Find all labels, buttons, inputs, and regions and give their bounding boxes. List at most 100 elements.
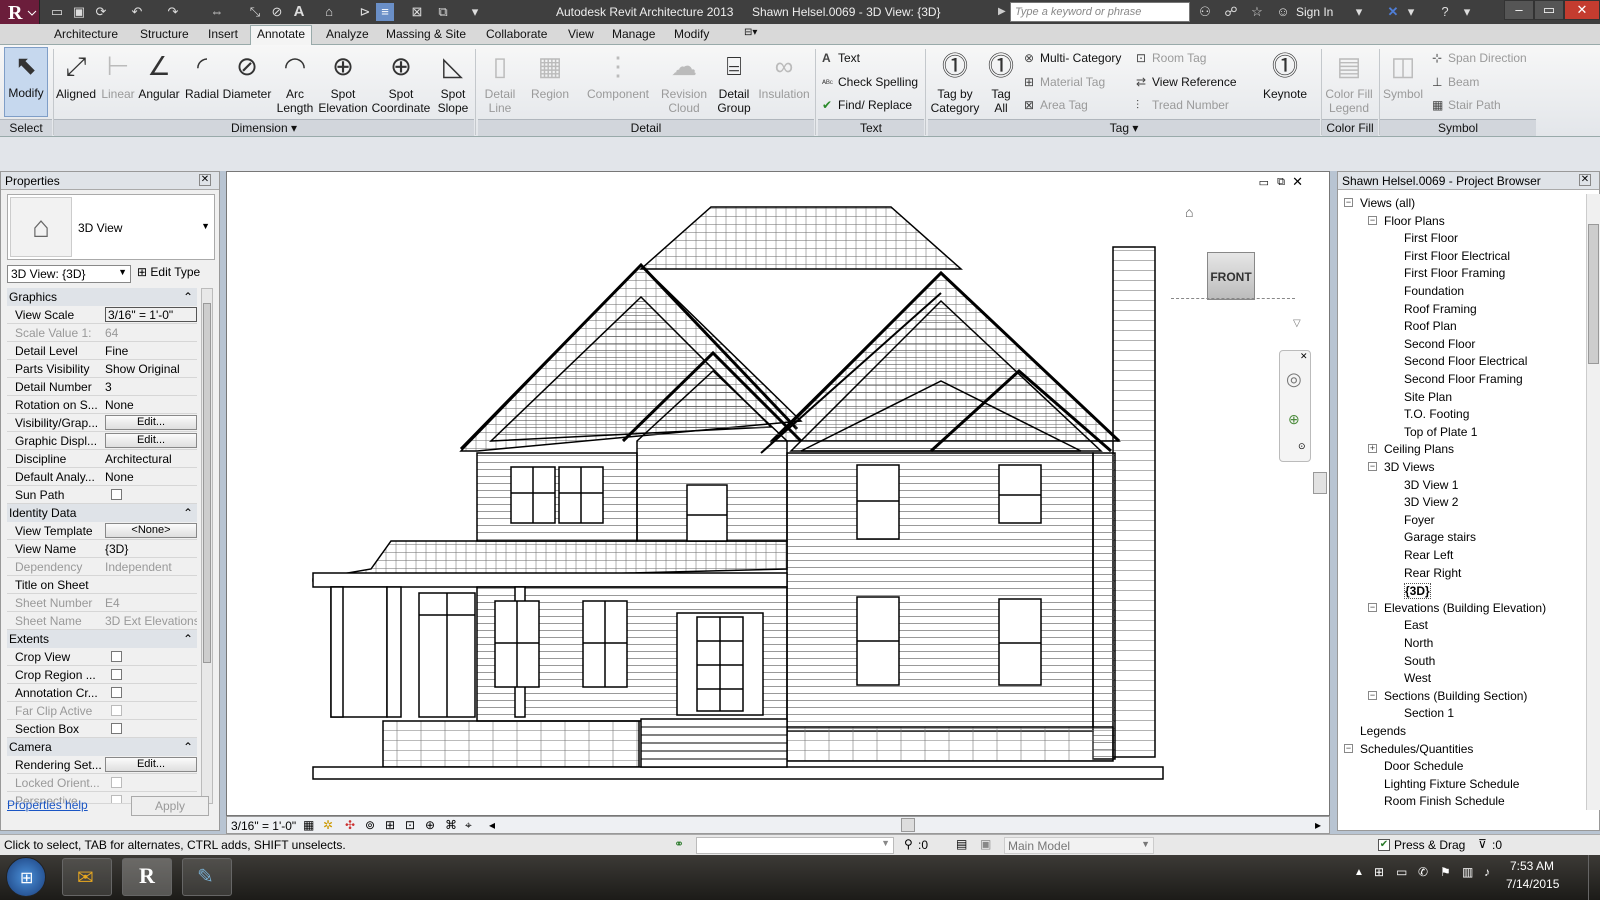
modify-button[interactable]: ⬉ Modify — [4, 47, 48, 117]
aligned-dimension-icon[interactable]: ⤡ — [246, 3, 264, 21]
sync-icon[interactable]: ⟳ — [92, 3, 110, 21]
scroll-right-icon[interactable]: ▸ — [1315, 818, 1321, 832]
application-menu-button[interactable]: R — [0, 0, 40, 24]
type-dropdown-icon[interactable]: ▼ — [201, 221, 210, 231]
exchange-dropdown-icon[interactable]: ▾ — [1402, 3, 1420, 21]
search-expand-icon[interactable]: ▶ — [998, 6, 1006, 17]
stair-path-button[interactable]: ▦ Stair Path — [1432, 98, 1501, 112]
tray-flag-icon[interactable]: ⚑ — [1440, 865, 1451, 879]
properties-scrollbar[interactable] — [201, 288, 213, 804]
view-minimize-icon[interactable]: ▭ — [1259, 176, 1269, 189]
insulation-button[interactable]: ∞ Insulation — [756, 49, 812, 101]
temporary-hide-icon[interactable]: ⌘ — [445, 818, 457, 832]
crop-region-checkbox[interactable] — [111, 669, 122, 680]
arc-length-button[interactable]: ◠ Arc Length — [274, 49, 316, 115]
browser-item[interactable]: Legends — [1360, 724, 1406, 738]
symbol-button[interactable]: ◫ Symbol — [1382, 49, 1424, 101]
paint-taskbar-button[interactable]: ✎ — [182, 858, 232, 896]
browser-item[interactable]: East — [1404, 618, 1428, 632]
area-tag-button[interactable]: ⊠ Area Tag — [1024, 98, 1088, 112]
press-drag-checkbox[interactable]: ✔ — [1378, 839, 1390, 851]
prop-view-name[interactable]: View Name {3D} — [7, 540, 197, 558]
browser-item[interactable]: Lighting Fixture Schedule — [1384, 777, 1519, 791]
detail-level-icon[interactable]: ▦ — [303, 818, 314, 832]
select-panel-label[interactable]: Select — [0, 119, 52, 136]
aligned-dimension-button[interactable]: ⤢ Aligned — [54, 49, 98, 101]
browser-item[interactable]: Rear Right — [1404, 566, 1461, 580]
browser-item[interactable]: Section 1 — [1404, 706, 1454, 720]
minimize-button[interactable]: – — [1504, 0, 1534, 20]
browser-item[interactable]: Room Finish Schedule — [1384, 794, 1505, 808]
shadows-icon[interactable]: ⊚ — [365, 818, 375, 832]
worksets-icon[interactable]: ⚭ — [674, 837, 684, 851]
group-graphics[interactable]: Graphics ⌃ — [7, 288, 197, 306]
browser-item[interactable]: North — [1404, 636, 1433, 650]
symbol-panel-label[interactable]: Symbol — [1380, 119, 1536, 136]
nav-close-icon[interactable]: ✕ — [1300, 351, 1308, 362]
zoom-icon[interactable]: ⊕ — [1288, 411, 1300, 428]
browser-item[interactable]: Sections (Building Section) — [1384, 689, 1527, 703]
region-button[interactable]: ▦ Region — [524, 49, 576, 101]
browser-item[interactable]: Rear Left — [1404, 548, 1453, 562]
tab-view[interactable]: View — [568, 27, 594, 41]
sign-in-dropdown-icon[interactable]: ▾ — [1350, 3, 1368, 21]
radial-dimension-button[interactable]: ◜ Radial — [182, 49, 222, 101]
span-direction-button[interactable]: ⊹ Span Direction — [1432, 51, 1527, 65]
tray-phone-icon[interactable]: ✆ — [1418, 865, 1428, 879]
editing-requests-icon[interactable]: ⚲ — [904, 837, 913, 851]
browser-scroll-thumb[interactable] — [1588, 224, 1599, 364]
crop-view-checkbox[interactable] — [111, 651, 122, 662]
group-identity-data[interactable]: Identity Data ⌃ — [7, 504, 197, 522]
tab-annotate[interactable]: Annotate — [250, 25, 313, 45]
browser-item[interactable]: First Floor Electrical — [1404, 249, 1510, 263]
filter-icon[interactable]: ⊽ — [1478, 837, 1487, 851]
tab-analyze[interactable]: Analyze — [326, 27, 369, 41]
prop-view-scale[interactable]: View Scale 3/16" = 1'-0" — [7, 306, 197, 324]
switch-windows-icon[interactable]: ⧉ — [434, 3, 452, 21]
annotation-crop-checkbox[interactable] — [111, 687, 122, 698]
prop-title-on-sheet[interactable]: Title on Sheet — [7, 576, 197, 594]
tree-toggle-icon[interactable]: − — [1368, 462, 1377, 471]
outlook-taskbar-button[interactable]: ✉ — [62, 858, 112, 896]
revision-cloud-button[interactable]: ☁ Revision Cloud — [658, 49, 710, 115]
binoculars-icon[interactable]: ⚇ — [1196, 3, 1214, 21]
scroll-left-icon[interactable]: ◂ — [489, 818, 495, 832]
text-icon[interactable]: A — [290, 3, 308, 21]
visibility-edit-button[interactable]: Edit... — [105, 415, 197, 430]
sign-in-link[interactable]: Sign In — [1296, 5, 1333, 19]
save-icon[interactable]: ▣ — [70, 3, 88, 21]
communication-center-icon[interactable]: ☍ — [1222, 3, 1240, 21]
qat-dropdown-icon[interactable]: ▾ — [466, 3, 484, 21]
prop-default-analysis[interactable]: Default Analy... None — [7, 468, 197, 486]
browser-item[interactable]: Foyer — [1404, 513, 1435, 527]
browser-item[interactable]: {3D} — [1404, 583, 1431, 600]
browser-item[interactable]: Views (all) — [1360, 196, 1415, 210]
tray-network-icon[interactable]: ▥ — [1462, 865, 1473, 879]
view-restore-icon[interactable]: ⧉ — [1277, 176, 1285, 189]
prop-detail-number[interactable]: Detail Number 3 — [7, 378, 197, 396]
type-selector[interactable]: ⌂ 3D View ▼ — [7, 194, 215, 260]
component-button[interactable]: ⋮ Component — [580, 49, 656, 101]
keynote-button[interactable]: ⓵ Keynote — [1256, 49, 1314, 101]
visual-style-icon[interactable]: ✲ — [323, 818, 333, 832]
favorites-icon[interactable]: ☆ — [1248, 3, 1266, 21]
browser-item[interactable]: West — [1404, 671, 1431, 685]
view-scale-label[interactable]: 3/16" = 1'-0" — [231, 819, 296, 833]
section-box-checkbox[interactable] — [111, 723, 122, 734]
tab-collaborate[interactable]: Collaborate — [486, 27, 547, 41]
apply-button[interactable]: Apply — [131, 796, 209, 816]
diameter-dimension-button[interactable]: ⊘ Diameter — [222, 49, 272, 101]
tag-panel-label[interactable]: Tag ▾ — [928, 119, 1320, 136]
open-icon[interactable]: ▭ — [48, 3, 66, 21]
home-icon[interactable]: ⌂ — [1185, 204, 1193, 220]
nav-bar-menu-icon[interactable]: ⊙ — [1298, 441, 1306, 452]
browser-item[interactable]: Schedules/Quantities — [1360, 742, 1473, 756]
browser-item[interactable]: Door Schedule — [1384, 759, 1463, 773]
crop-view-icon[interactable]: ⊞ — [385, 818, 395, 832]
linear-dimension-button[interactable]: ⊢ Linear — [98, 49, 138, 101]
steering-wheel-icon[interactable]: ◎ — [1286, 369, 1302, 390]
view-reference-button[interactable]: ⇄ View Reference — [1136, 75, 1237, 89]
section-icon[interactable]: ⊳ — [356, 3, 374, 21]
measure-icon[interactable]: ⇔ — [208, 3, 226, 21]
help-dropdown-icon[interactable]: ▾ — [1458, 3, 1476, 21]
